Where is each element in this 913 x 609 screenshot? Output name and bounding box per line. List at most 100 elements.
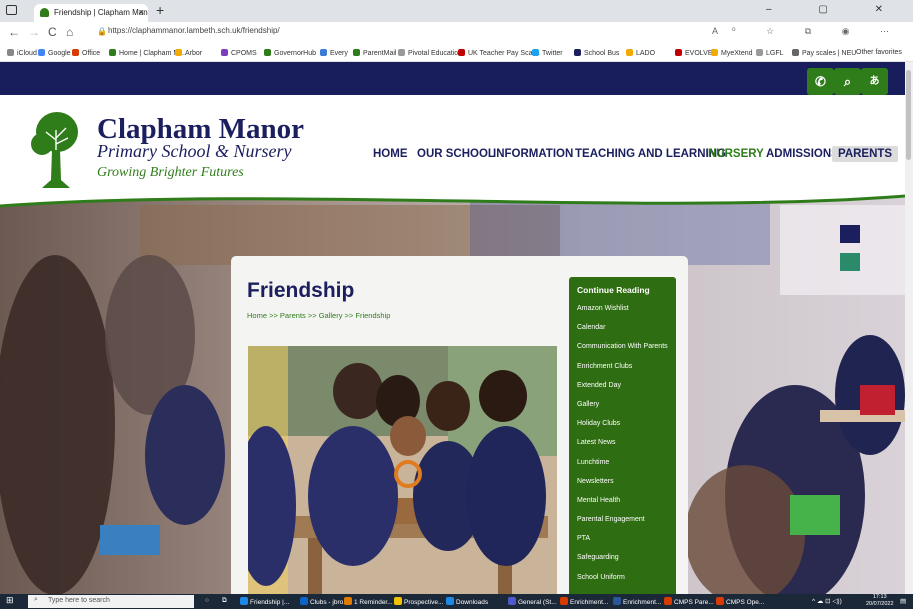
other-favorites-folder[interactable]: Other favorites [856, 49, 902, 56]
taskbar-app[interactable]: CMPS Pare... [664, 597, 714, 606]
nav-parents[interactable]: PARENTS [832, 146, 899, 162]
forward-button[interactable]: → [28, 25, 40, 39]
sidebar-item-lunchtime[interactable]: Lunchtime [577, 459, 676, 478]
page-title: Friendship [247, 279, 355, 302]
favorite-link[interactable]: CPOMS [221, 49, 257, 57]
favorite-link[interactable]: School Bus [574, 49, 619, 57]
favorite-link[interactable]: iCloud [7, 49, 37, 57]
favorite-link[interactable]: GovernorHub [264, 49, 316, 57]
nav-information[interactable]: INFORMATION [493, 148, 573, 160]
favorite-icon [109, 49, 116, 56]
taskbar-app[interactable]: Friendship |... [240, 597, 289, 606]
sidebar-item-amazon-wishlist[interactable]: Amazon Wishlist [577, 305, 676, 324]
app-icon [508, 597, 516, 605]
sidebar-item-holiday-clubs[interactable]: Holiday Clubs [577, 420, 676, 439]
tab-close-icon[interactable]: × [139, 7, 144, 17]
sidebar-item-latest-news[interactable]: Latest News [577, 439, 676, 458]
home-button[interactable]: ⌂ [66, 25, 73, 39]
taskbar-app[interactable]: CMPS Ope... [716, 597, 764, 606]
favorite-link[interactable]: Google [38, 49, 71, 57]
sidebar-item-safeguarding[interactable]: Safeguarding [577, 554, 676, 573]
scrollbar-thumb[interactable] [906, 70, 911, 160]
favorite-label: LADO [636, 50, 656, 57]
favorite-icon [574, 49, 581, 56]
nav-teaching-and-learning[interactable]: TEACHING AND LEARNING [575, 148, 726, 160]
nav-admissions[interactable]: ADMISSIONS [766, 148, 839, 160]
favorite-link[interactable]: LGFL [756, 49, 784, 57]
sidebar-item-gallery[interactable]: Gallery [577, 401, 676, 420]
taskbar-app[interactable]: Enrichment... [560, 597, 608, 606]
lock-icon[interactable]: 🔒 [97, 27, 107, 36]
favorite-link[interactable]: MyeXtend [711, 49, 753, 57]
taskbar-app[interactable]: General (St... [508, 597, 557, 606]
favorite-link[interactable]: Twitter [532, 49, 563, 57]
taskbar-app-label: Downloads [456, 599, 489, 606]
favorite-icon [175, 49, 182, 56]
sidebar-item-mental-health[interactable]: Mental Health [577, 497, 676, 516]
favorite-link[interactable]: EVOLVE [675, 49, 713, 57]
school-logo-icon[interactable] [30, 110, 78, 188]
tab-title: Friendship | Clapham Manor Prim [54, 8, 148, 17]
favorite-link[interactable]: Every [320, 49, 348, 57]
tab-actions-icon[interactable] [6, 5, 17, 15]
favorite-label: Google [48, 50, 71, 57]
back-button[interactable]: ← [8, 25, 20, 39]
favorites-bar: iCloud Google Office Home | Clapham M... Arb… [0, 44, 913, 62]
taskbar-app-label: CMPS Ope... [726, 599, 765, 606]
taskbar-app[interactable]: Prospective... [394, 597, 443, 606]
browser-tab[interactable]: Friendship | Clapham Manor Prim × [34, 4, 148, 22]
clock[interactable]: 17:13 20/07/2022 [866, 594, 894, 608]
favorite-link[interactable]: Home | Clapham M... [109, 49, 185, 57]
sidebar-item-communication-with-parents[interactable]: Communication With Parents [577, 343, 676, 362]
nav-nursery[interactable]: NURSERY [708, 148, 764, 160]
favorite-label: Twitter [542, 50, 563, 57]
favorite-label: School Bus [584, 50, 620, 57]
taskbar-app[interactable]: Enrichment... [613, 597, 661, 606]
app-icon [344, 597, 352, 605]
sidebar-item-calendar[interactable]: Calendar [577, 324, 676, 343]
favorite-link[interactable]: UK Teacher Pay Scal... [458, 49, 540, 57]
sidebar-item-enrichment-clubs[interactable]: Enrichment Clubs [577, 363, 676, 382]
favorite-link[interactable]: Office [72, 49, 100, 57]
taskbar-app[interactable]: Clubs - jbro... [300, 597, 349, 606]
sidebar-item-parental-engagement[interactable]: Parental Engagement [577, 516, 676, 535]
favorite-link[interactable]: Arbor [175, 49, 202, 57]
nav-our-school[interactable]: OUR SCHOOL [417, 148, 495, 160]
sidebar-item-school-uniform[interactable]: School Uniform [577, 574, 676, 593]
favorite-label: Pay scales | NEU [802, 50, 857, 57]
taskbar-app[interactable]: Downloads [446, 597, 488, 606]
favorite-link[interactable]: LADO [626, 49, 655, 57]
notifications-icon[interactable]: ▤ [900, 597, 906, 605]
translate-button[interactable]: あ [861, 68, 888, 95]
taskbar-app[interactable]: 1 Reminder... [344, 597, 393, 606]
task-view-icon[interactable]: ⧉ [222, 597, 227, 605]
favorite-label: ParentMail [363, 50, 397, 57]
favorite-link[interactable]: ParentMail [353, 49, 396, 57]
header-divider-swoosh [0, 190, 905, 208]
phone-button[interactable]: ✆ [807, 68, 834, 95]
system-tray[interactable]: ^ ☁ ⊡ ◁)) [812, 597, 842, 605]
url-text[interactable]: https://claphammanor.lambeth.sch.uk/frie… [108, 26, 280, 35]
sidebar-item-extended-day[interactable]: Extended Day [577, 382, 676, 401]
site-top-strip [0, 62, 905, 95]
favorite-icon [353, 49, 360, 56]
app-icon [394, 597, 402, 605]
nav-home[interactable]: HOME [373, 148, 408, 160]
taskbar-app-label: CMPS Pare... [674, 599, 714, 606]
favorite-link[interactable]: Pivotal Education [398, 49, 462, 57]
windows-start-icon[interactable]: ⊞ [6, 595, 14, 606]
breadcrumb[interactable]: Home >> Parents >> Gallery >> Friendship [247, 311, 390, 320]
browser-tab-bar: Friendship | Clapham Manor Prim × + – ▢ … [0, 0, 913, 22]
reload-button[interactable]: C [48, 25, 57, 39]
new-tab-button[interactable]: + [156, 2, 164, 18]
address-bar-actions[interactable]: A⁰ ☆ ⧉ ◉ ⋯ [712, 26, 903, 37]
taskbar-search-input[interactable]: ⌕ Type here to search [28, 595, 194, 608]
phone-icon: ✆ [815, 74, 826, 89]
search-button[interactable]: ⌕ [834, 68, 861, 95]
sidebar-item-newsletters[interactable]: Newsletters [577, 478, 676, 497]
sidebar-item-pta[interactable]: PTA [577, 535, 676, 554]
cortana-icon[interactable]: ○ [205, 597, 209, 604]
window-controls[interactable]: – ▢ ✕ [766, 4, 905, 15]
favorite-link[interactable]: Pay scales | NEU [792, 49, 856, 57]
taskbar-app-label: Clubs - jbro... [310, 599, 349, 606]
